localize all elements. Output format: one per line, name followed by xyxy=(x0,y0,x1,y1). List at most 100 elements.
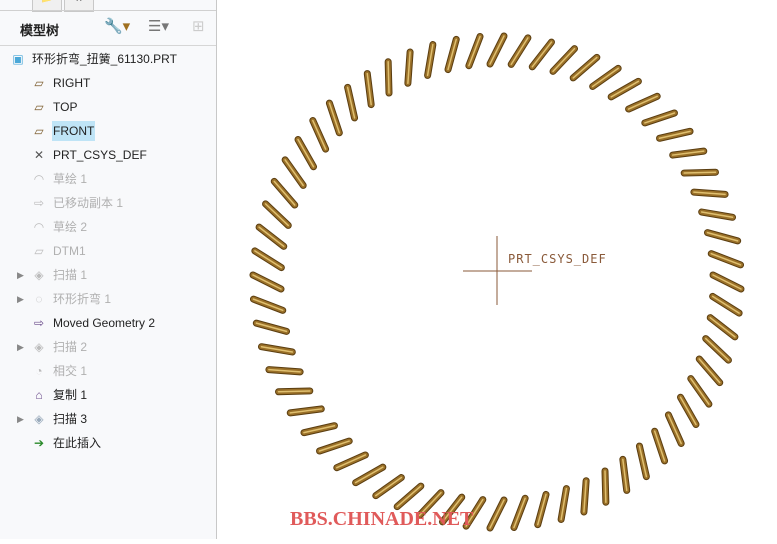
csys-label: PRT_CSYS_DEF xyxy=(508,252,607,266)
intersect-icon: ◔ xyxy=(35,364,43,378)
tree-item[interactable]: ▶ ◈ 扫描 3 xyxy=(0,409,216,429)
tree-item[interactable]: ⌂ 复制 1 xyxy=(0,385,216,405)
coil-turn xyxy=(277,390,311,393)
coil-turn xyxy=(591,67,619,88)
coil-turn xyxy=(489,35,505,65)
tree-item[interactable]: ▱ FRONT xyxy=(0,121,216,141)
coil-turn xyxy=(284,159,304,187)
tree-item[interactable]: ▶ ◌ 环形折弯 1 xyxy=(0,289,216,309)
coil-turn xyxy=(375,476,403,497)
coil-turn xyxy=(258,226,285,248)
show-list-icon[interactable]: ☰▾ xyxy=(148,17,169,35)
toroidal-bend-icon: ◌ xyxy=(35,292,43,306)
panel-tabs: ▫ 📁 ★ xyxy=(0,0,216,12)
sweep-icon: ◈ xyxy=(34,268,44,282)
coil-turn xyxy=(604,470,607,504)
tree-item[interactable]: ▱ RIGHT xyxy=(0,73,216,93)
tree-item-label: 扫描 3 xyxy=(53,412,88,426)
tree-item-label: 草绘 2 xyxy=(53,220,88,234)
coil-turn xyxy=(710,252,742,266)
moved-copy-icon: ⇨ xyxy=(33,316,45,330)
datum-plane-icon: ▱ xyxy=(34,244,44,258)
tree-item[interactable]: ◠ 草绘 2 xyxy=(0,217,216,237)
tree-item-label: PRT_CSYS_DEF xyxy=(53,148,147,162)
model-tree-title: 模型树 xyxy=(20,23,60,38)
sweep-icon: ◈ xyxy=(34,412,44,426)
coil-turn xyxy=(252,274,282,290)
graphics-viewport[interactable]: PRT_CSYS_DEF xyxy=(217,0,777,539)
tree-item[interactable]: ◔ 相交 1 xyxy=(0,361,216,381)
tree-item-label: DTM1 xyxy=(53,244,86,258)
coil-turn xyxy=(254,250,283,269)
tree-item[interactable]: ✕ PRT_CSYS_DEF xyxy=(0,145,216,165)
coil-turn xyxy=(683,171,717,174)
tree-item[interactable]: ▱ TOP xyxy=(0,97,216,117)
coil-turn xyxy=(513,497,526,529)
coil-turn xyxy=(667,414,682,445)
tree-item[interactable]: ▱ DTM1 xyxy=(0,241,216,261)
tree-item[interactable]: ➔ 在此插入 xyxy=(0,433,216,453)
coil-turn xyxy=(273,180,296,206)
tree-item-label: TOP xyxy=(53,100,78,114)
coil-turn xyxy=(264,203,290,227)
part-icon: ▣ xyxy=(12,52,24,66)
coil-turn xyxy=(252,298,284,312)
coil-turn xyxy=(312,119,327,150)
datum-plane-icon: ▱ xyxy=(34,100,44,114)
expand-arrow-icon[interactable]: ▶ xyxy=(17,337,24,357)
settings-tools-icon[interactable]: 🔧▾ xyxy=(104,17,130,35)
coil-turn xyxy=(712,274,742,290)
datum-plane-icon: ▱ xyxy=(34,76,44,90)
coil-turn xyxy=(709,316,736,338)
coil-turn xyxy=(297,138,315,168)
coil-turn xyxy=(510,37,529,66)
expand-arrow-icon[interactable]: ▶ xyxy=(17,265,24,285)
coil-turn xyxy=(610,80,640,98)
coil-turn xyxy=(354,466,384,484)
coil-turn xyxy=(627,95,658,110)
datum-plane-icon: ▱ xyxy=(34,124,44,138)
coil-turn xyxy=(387,60,390,94)
tree-item-label: Moved Geometry 2 xyxy=(53,316,156,330)
coil-turn xyxy=(336,454,367,469)
sketch-icon: ◠ xyxy=(33,220,45,234)
coil-turn xyxy=(531,41,553,68)
coil-turn xyxy=(552,47,576,73)
coil-turn xyxy=(489,499,505,529)
coil-turn xyxy=(704,337,730,361)
tree-item[interactable]: ⇨ 已移动副本 1 xyxy=(0,193,216,213)
coil-turn xyxy=(679,396,697,426)
expand-arrow-icon[interactable]: ▶ xyxy=(17,289,24,309)
tree-item[interactable]: ▶ ◈ 扫描 2 xyxy=(0,337,216,357)
tree-item-label: 复制 1 xyxy=(53,388,88,402)
csys-marker xyxy=(463,236,532,305)
model-tree-header: 模型树 🔧▾ ☰▾ ⊞ xyxy=(0,10,216,46)
coil-turn xyxy=(690,377,710,405)
tree-item-label: 环形折弯 1 xyxy=(53,292,112,306)
tree-item[interactable]: ▶ ◈ 扫描 1 xyxy=(0,265,216,285)
coil-turn xyxy=(468,35,481,67)
coil-turn xyxy=(711,295,740,314)
copy-icon: ⌂ xyxy=(35,388,43,402)
watermark: BBS.CHINADE.NET xyxy=(290,508,474,530)
tree-item[interactable]: ▣ 环形折弯_扭簧_61130.PRT xyxy=(0,49,216,69)
expand-arrow-icon[interactable]: ▶ xyxy=(17,409,24,429)
model-tree-panel: ▫ 📁 ★ 模型树 🔧▾ ☰▾ ⊞ ▣ 环形折弯_扭簧_61130.PRT ▱ RIG… xyxy=(0,0,217,539)
coil-turn xyxy=(572,56,598,79)
filter-icon[interactable]: ⊞ xyxy=(192,17,205,35)
tree-item[interactable]: ⇨ Moved Geometry 2 xyxy=(0,313,216,333)
tree-item-label: 已移动副本 1 xyxy=(53,196,124,210)
tree-item-label: 草绘 1 xyxy=(53,172,88,186)
insert-here-arrow-icon: ➔ xyxy=(33,436,45,450)
tree-item-label: 扫描 1 xyxy=(53,268,88,282)
tree-item[interactable]: ◠ 草绘 1 xyxy=(0,169,216,189)
tree-item-label: 在此插入 xyxy=(53,436,102,450)
sketch-icon: ◠ xyxy=(33,172,45,186)
tab-small-icon[interactable]: ▫ xyxy=(0,0,14,10)
moved-copy-icon: ⇨ xyxy=(33,196,45,210)
spring-model: PRT_CSYS_DEF xyxy=(249,32,745,532)
csys-icon: ✕ xyxy=(33,148,45,162)
sweep-icon: ◈ xyxy=(34,340,44,354)
tree-item-label: FRONT xyxy=(52,121,96,141)
tree-item-label: RIGHT xyxy=(53,76,91,90)
